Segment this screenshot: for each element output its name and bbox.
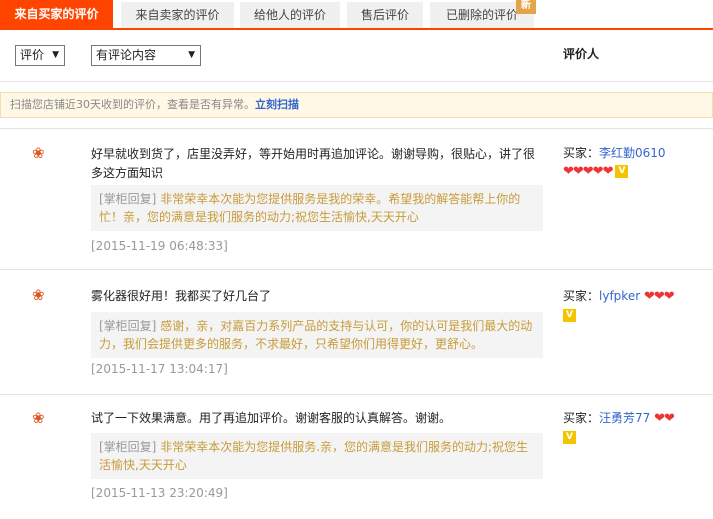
buyer-label: 买家： [563,146,600,160]
flower-icon: ❀ [32,286,45,304]
new-badge: 新 [516,0,536,14]
vip-badge-icon: V [615,165,629,178]
tab-label: 给他人的评价 [253,8,326,22]
seller-reply: [掌柜回复] 非常荣幸本次能为您提供服务是我的荣幸。希望我的解答能帮上你的忙！亲… [91,185,543,231]
chevron-down-icon: ▼ [52,50,59,60]
buyer-label: 买家： [563,411,600,425]
rating-filter-value: 评价 [20,48,45,62]
vip-badge-icon: V [563,431,576,444]
buyer-info: 买家：李红勤0610 ❤❤❤❤❤ V [563,144,708,181]
buyer-label: 买家： [563,289,600,303]
chevron-down-icon: ▼ [188,50,195,60]
tab-label: 已删除的评价 [445,8,518,22]
reply-text: 感谢，亲，对嘉百力系列产品的支持与认可，你的认可是我们最大的动力，我们会提供更多… [99,319,533,351]
flower-icon: ❀ [32,409,45,427]
reply-text: 非常荣幸本次能为您提供服务是我的荣幸。希望我的解答能帮上你的忙！亲，您的满意是我… [99,192,521,224]
review-date: [2015-11-17 13:04:17] [91,362,228,376]
buyer-name-link[interactable]: 汪勇芳77 [599,411,650,425]
tab-deleted[interactable]: 已删除的评价 新 [430,0,536,28]
tab-label: 来自卖家的评价 [135,8,220,22]
reply-tag: [掌柜回复] [99,192,157,206]
review-content: 试了一下效果满意。用了再追加评价。谢谢客服的认真解答。谢谢。 [91,411,452,425]
reply-tag: [掌柜回复] [99,440,157,454]
review-content: 雾化器很好用！我都买了好几台了 [91,289,272,303]
review-content: 好早就收到货了，店里没弄好，等开始用时再追加评论。谢谢导购，很贴心，讲了很多这方… [91,147,536,180]
scan-now-link[interactable]: 立刻扫描 [255,98,299,111]
vip-badge-icon: V [563,309,576,322]
tab-from-sellers[interactable]: 来自卖家的评价 [121,2,234,28]
seller-reply: [掌柜回复] 感谢，亲，对嘉百力系列产品的支持与认可，你的认可是我们最大的动力，… [91,312,543,358]
seller-reply: [掌柜回复] 非常荣幸本次能为您提供服务.亲，您的满意是我们服务的动力;祝您生活… [91,433,543,479]
filter-bar: 评价 ▼ 有评论内容 ▼ 评价人 [0,32,713,82]
review-date: [2015-11-19 06:48:33] [91,239,228,253]
review-item: ❀ 好早就收到货了，店里没弄好，等开始用时再追加评论。谢谢导购，很贴心，讲了很多… [0,128,713,269]
review-tabs: 来自买家的评价 来自卖家的评价 给他人的评价 售后评价 已删除的评价 新 [0,0,713,30]
review-date: [2015-11-13 23:20:49] [91,486,228,500]
scan-notice-text: 扫描您店铺近30天收到的评价，查看是否有异常。 [10,98,255,111]
buyer-info: 买家：lyfpker ❤❤❤ V [563,287,708,324]
tab-from-buyers[interactable]: 来自买家的评价 [0,0,113,28]
tab-label: 来自买家的评价 [14,7,99,21]
review-item: ❀ 雾化器很好用！我都买了好几台了 [掌柜回复] 感谢，亲，对嘉百力系列产品的支… [0,269,713,394]
buyer-name-link[interactable]: lyfpker [599,289,640,303]
reviewer-column-header: 评价人 [563,47,600,61]
tab-after-sales[interactable]: 售后评价 [347,2,423,28]
tab-given-to-others[interactable]: 给他人的评价 [240,2,340,28]
heart-icon: ❤❤❤❤❤ [563,164,613,179]
buyer-name-link[interactable]: 李红勤0610 [599,146,666,160]
flower-icon: ❀ [32,144,45,162]
content-filter-value: 有评论内容 [96,48,157,62]
reply-text: 非常荣幸本次能为您提供服务.亲，您的满意是我们服务的动力;祝您生活愉快,天天开心 [99,440,529,472]
heart-icon: ❤❤ [654,411,675,426]
heart-icon: ❤❤❤ [643,289,675,304]
rating-filter-select[interactable]: 评价 ▼ [15,45,65,66]
content-filter-select[interactable]: 有评论内容 ▼ [91,45,201,66]
scan-notice: 扫描您店铺近30天收到的评价，查看是否有异常。立刻扫描 [0,92,713,118]
buyer-info: 买家：汪勇芳77 ❤❤ V [563,409,708,446]
tab-label: 售后评价 [360,8,409,22]
review-item: ❀ 试了一下效果满意。用了再追加评价。谢谢客服的认真解答。谢谢。 [掌柜回复] … [0,394,713,519]
reply-tag: [掌柜回复] [99,319,157,333]
